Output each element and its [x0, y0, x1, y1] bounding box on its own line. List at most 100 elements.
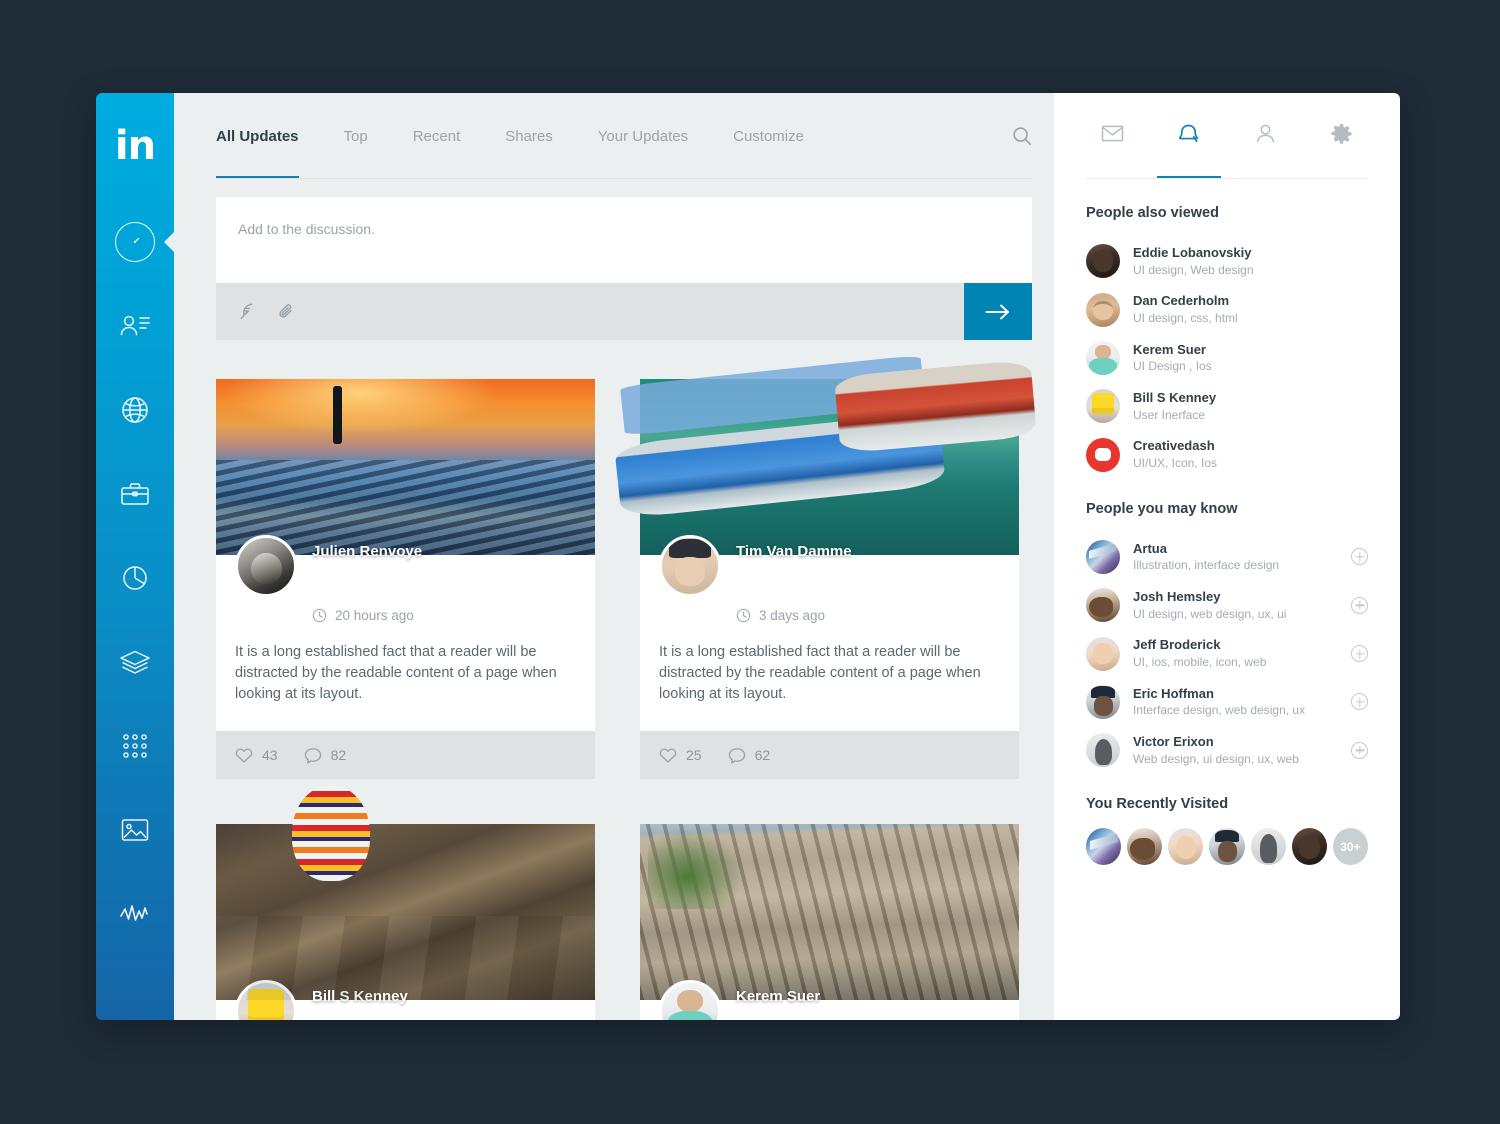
tab-customize[interactable]: Customize: [733, 93, 804, 179]
person-role: UI/UX, Icon, Ios: [1133, 455, 1218, 470]
sidebar-item-media[interactable]: [96, 788, 174, 872]
contact-card-icon: [118, 312, 152, 340]
list-item[interactable]: Artua Illustration, interface design: [1086, 533, 1368, 581]
hot-air-balloon-photo: Bill S Kenney: [216, 785, 595, 1020]
sunset-beach-photo: Julien Renvoye: [216, 379, 595, 597]
feather-icon[interactable]: [238, 302, 257, 321]
list-item[interactable]: Creativedash UI/UX, Icon, Ios: [1086, 430, 1368, 478]
envelope-icon: [1101, 124, 1124, 148]
plus-circle-icon[interactable]: [1351, 596, 1368, 614]
rail-tab-messages[interactable]: [1074, 93, 1151, 179]
list-item[interactable]: Eddie Lobanovskiy UI design, Web design: [1086, 237, 1368, 285]
artua-avatar[interactable]: [1086, 828, 1122, 866]
rock-cliffs-photo: Kerem Suer: [640, 824, 1019, 1020]
sidebar-item-network[interactable]: [96, 368, 174, 452]
bill-avatar[interactable]: [235, 980, 297, 1020]
plus-circle-icon[interactable]: [1351, 693, 1368, 711]
pie-chart-icon: [121, 564, 149, 592]
person-name: Josh Hemsley: [1133, 589, 1221, 605]
plus-circle-icon[interactable]: [1351, 741, 1368, 759]
rail-tab-profile[interactable]: [1227, 93, 1304, 179]
victor-avatar[interactable]: [1250, 828, 1286, 866]
tim-avatar[interactable]: [659, 535, 721, 597]
person-role: Illustration, interface design: [1133, 558, 1280, 573]
victor-avatar: [1086, 733, 1120, 768]
post-header: Bill S Kenney: [216, 980, 595, 1020]
creativedash-avatar: [1086, 437, 1120, 472]
post-time-text: 3 days ago: [759, 608, 826, 623]
person-name: Bill S Kenney: [1133, 390, 1217, 406]
globe-icon: [120, 395, 150, 425]
list-item[interactable]: Eric Hoffman Interface design, web desig…: [1086, 678, 1368, 726]
sidebar-item-dashboard[interactable]: [96, 200, 174, 284]
person-name: Creativedash: [1133, 438, 1215, 454]
eddie-avatar: [1086, 244, 1120, 279]
josh-avatar[interactable]: [1127, 828, 1163, 866]
eric-avatar[interactable]: [1209, 828, 1245, 866]
sidebar-item-analytics[interactable]: [96, 536, 174, 620]
like-stat[interactable]: 43: [235, 747, 278, 764]
post-author: Julien Renvoye: [312, 543, 423, 560]
list-item[interactable]: Kerem Suer UI Design , Ios: [1086, 334, 1368, 382]
linkedin-logo[interactable]: in: [115, 116, 156, 176]
rail-tab-notifications[interactable]: [1151, 93, 1228, 179]
sidebar-item-contacts[interactable]: [96, 284, 174, 368]
person-role: UI, ios, mobile, icon, web: [1133, 654, 1267, 669]
post-header: Tim Van Damme: [640, 535, 1019, 597]
bell-icon: [1177, 123, 1200, 149]
tab-shares[interactable]: Shares: [505, 93, 553, 179]
post-author: Kerem Suer: [736, 988, 821, 1006]
plus-circle-icon[interactable]: [1351, 548, 1368, 566]
tab-your-updates[interactable]: Your Updates: [598, 93, 688, 179]
tab-recent[interactable]: Recent: [413, 93, 461, 179]
app-window: in All Updates Top Recent Shares Your Up…: [96, 93, 1400, 1020]
briefcase-icon: [119, 480, 151, 508]
person-name: Jeff Broderick: [1133, 637, 1221, 653]
sidebar-item-jobs[interactable]: [96, 452, 174, 536]
composer-textarea[interactable]: Add to the discussion.: [216, 197, 1032, 283]
recently-visited-avatars: 30+: [1086, 828, 1368, 866]
right-panel: People also viewed Eddie Lobanovskiy UI …: [1054, 93, 1400, 1020]
person-icon: [1255, 123, 1276, 149]
list-item[interactable]: Bill S Kenney User Inerface: [1086, 382, 1368, 430]
comment-stat[interactable]: 62: [728, 747, 770, 764]
post-card: Bill S Kenney 4 days ago It is a long es…: [216, 785, 595, 1020]
person-role: UI Design , Ios: [1133, 359, 1212, 374]
julien-avatar[interactable]: [235, 535, 297, 597]
sidebar-item-activity[interactable]: [96, 872, 174, 956]
composer-tools: [216, 302, 964, 321]
list-item[interactable]: Josh Hemsley UI design, web design, ux, …: [1086, 581, 1368, 629]
grid-dots-icon: [121, 732, 149, 760]
image-icon: [120, 817, 150, 843]
search-icon[interactable]: [992, 93, 1032, 179]
tab-top[interactable]: Top: [344, 93, 368, 179]
jeff-avatar[interactable]: [1168, 828, 1204, 866]
sidebar-item-layers[interactable]: [96, 620, 174, 704]
feed-tabbar: All Updates Top Recent Shares Your Updat…: [174, 93, 1054, 179]
layers-icon: [119, 649, 151, 675]
person-role: UI design, css, html: [1133, 310, 1238, 325]
eddie-avatar[interactable]: [1291, 828, 1327, 866]
more-visited-badge[interactable]: 30+: [1332, 828, 1368, 866]
rail-tab-settings[interactable]: [1304, 93, 1381, 179]
post-card: Kerem Suer 5 days ago It is a long estab…: [640, 824, 1019, 1020]
comment-stat[interactable]: 82: [304, 747, 346, 764]
list-item[interactable]: Dan Cederholm UI design, css, html: [1086, 285, 1368, 333]
eric-avatar: [1086, 684, 1120, 719]
kerem-avatar[interactable]: [659, 980, 721, 1020]
post-header: Julien Renvoye: [216, 535, 595, 597]
list-item[interactable]: Victor Erixon Web design, ui design, ux,…: [1086, 726, 1368, 774]
person-role: UI design, Web design: [1133, 262, 1254, 277]
paperclip-icon[interactable]: [277, 302, 296, 321]
person-name: Kerem Suer: [1133, 341, 1206, 357]
post-header: Kerem Suer: [640, 980, 1019, 1020]
plus-circle-icon[interactable]: [1351, 645, 1368, 663]
send-post-button[interactable]: [964, 283, 1032, 340]
list-item[interactable]: Jeff Broderick UI, ios, mobile, icon, we…: [1086, 629, 1368, 677]
clock-icon: [736, 608, 751, 623]
heart-icon: [235, 748, 253, 763]
post-footer: 43 82: [216, 731, 595, 780]
tab-all-updates[interactable]: All Updates: [216, 93, 299, 179]
sidebar-item-apps[interactable]: [96, 704, 174, 788]
like-stat[interactable]: 25: [659, 747, 702, 764]
